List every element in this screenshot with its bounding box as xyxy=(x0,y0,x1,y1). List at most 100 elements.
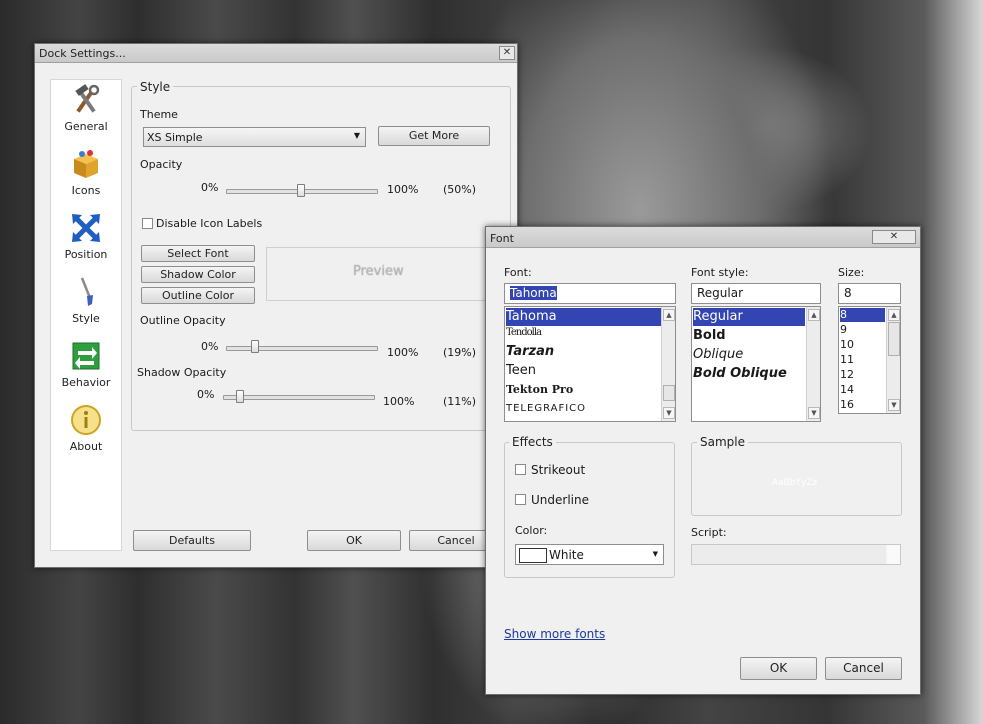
opacity-label: Opacity xyxy=(140,158,183,171)
strikeout-checkbox[interactable] xyxy=(515,464,526,475)
outline-opacity-slider-thumb[interactable] xyxy=(250,340,259,353)
defaults-button[interactable]: Defaults xyxy=(133,530,251,551)
opacity-value: (50%) xyxy=(443,183,477,196)
paintbrush-icon xyxy=(80,277,93,306)
font-list[interactable]: Tahoma Tendolla Tarzan Teen Tekton Pro T… xyxy=(504,306,676,422)
shadow-opacity-label: Shadow Opacity xyxy=(137,366,227,379)
sample-label: Sample xyxy=(697,435,748,449)
font-style-scrollbar[interactable]: ▲ ▼ xyxy=(806,307,820,421)
list-item[interactable]: Tendolla xyxy=(506,327,542,338)
outline-opacity-slider-track[interactable] xyxy=(226,346,378,351)
chevron-down-icon: ▼ xyxy=(353,131,360,140)
list-item[interactable]: Regular xyxy=(693,308,805,326)
effects-label: Effects xyxy=(509,435,556,449)
list-item[interactable]: 12 xyxy=(840,368,854,381)
font-ok-button[interactable]: OK xyxy=(740,657,817,680)
theme-label: Theme xyxy=(140,108,178,121)
get-more-button[interactable]: Get More xyxy=(378,126,490,146)
list-item[interactable]: Oblique xyxy=(693,347,743,362)
scroll-down-icon[interactable]: ▼ xyxy=(888,399,900,411)
scroll-thumb[interactable] xyxy=(888,322,900,356)
scroll-up-icon[interactable]: ▲ xyxy=(808,309,820,321)
scroll-down-icon[interactable]: ▼ xyxy=(808,407,820,419)
list-item[interactable]: Tarzan xyxy=(506,344,554,359)
scroll-up-icon[interactable]: ▲ xyxy=(663,309,675,321)
sidebar-item-label: Position xyxy=(64,248,108,261)
outline-opacity-min-label: 0% xyxy=(201,340,219,353)
size-input[interactable]: 8 xyxy=(838,283,901,304)
shadow-opacity-max-label: 100% xyxy=(383,395,415,408)
sidebar-item-about[interactable]: About xyxy=(51,400,121,462)
shadow-color-button[interactable]: Shadow Color xyxy=(141,266,255,283)
arrows-icon xyxy=(72,214,100,242)
sample-text: AaBbYyZz xyxy=(772,478,818,488)
shadow-opacity-value: (11%) xyxy=(443,395,477,408)
scroll-up-icon[interactable]: ▲ xyxy=(888,309,900,321)
list-item[interactable]: 11 xyxy=(840,353,854,366)
font-style-label: Font style: xyxy=(691,266,749,279)
list-item[interactable]: Tekton Pro xyxy=(506,383,573,396)
list-item[interactable]: 10 xyxy=(840,338,854,351)
opacity-min-label: 0% xyxy=(201,181,219,194)
list-item[interactable]: Bold xyxy=(693,328,726,343)
sidebar-item-style[interactable]: Style xyxy=(51,272,121,334)
color-select-value: White xyxy=(549,548,584,562)
preview-box: Preview xyxy=(266,247,494,301)
sidebar-item-general[interactable]: General xyxy=(51,80,121,142)
underline-label: Underline xyxy=(531,493,589,507)
list-item[interactable]: 9 xyxy=(840,323,847,336)
list-item[interactable]: 8 xyxy=(840,308,885,322)
sidebar-item-label: Icons xyxy=(71,184,101,197)
underline-checkbox[interactable] xyxy=(515,494,526,505)
font-list-scrollbar[interactable]: ▲ ▼ xyxy=(661,307,675,421)
font-name-input[interactable]: Tahoma xyxy=(504,283,676,304)
style-group-label: Style xyxy=(137,80,174,94)
font-dialog-title: Font xyxy=(490,232,514,245)
font-titlebar[interactable]: Font ✕ xyxy=(486,227,920,248)
shadow-opacity-slider-thumb[interactable] xyxy=(235,390,244,403)
font-dialog: Font ✕ Font: Tahoma Tahoma Tendolla Tarz… xyxy=(485,226,921,695)
list-item[interactable]: Bold Oblique xyxy=(693,366,787,381)
color-swatch xyxy=(519,548,547,563)
chevron-down-icon: ▼ xyxy=(652,550,658,558)
color-select[interactable]: White ▼ xyxy=(515,544,664,565)
list-item[interactable]: 16 xyxy=(840,398,854,411)
theme-select[interactable]: XS Simple ▼ xyxy=(143,127,366,147)
opacity-max-label: 100% xyxy=(387,183,419,196)
scroll-down-icon[interactable]: ▼ xyxy=(663,407,675,419)
sidebar-item-behavior[interactable]: Behavior xyxy=(51,336,121,398)
scroll-thumb[interactable] xyxy=(663,385,675,401)
dock-close-button[interactable]: ✕ xyxy=(499,46,515,60)
package-icon xyxy=(74,150,98,178)
sidebar-item-position[interactable]: Position xyxy=(51,208,121,270)
sidebar-item-icons[interactable]: Icons xyxy=(51,144,121,206)
ok-button[interactable]: OK xyxy=(307,530,401,551)
size-value: 8 xyxy=(844,286,852,300)
opacity-slider-thumb[interactable] xyxy=(297,184,305,197)
script-label: Script: xyxy=(691,526,727,539)
sidebar-item-label: Behavior xyxy=(61,376,111,389)
list-item[interactable]: Teen xyxy=(506,363,536,378)
select-font-button[interactable]: Select Font xyxy=(141,245,255,262)
dock-titlebar[interactable]: Dock Settings... ✕ xyxy=(35,44,517,63)
size-list[interactable]: 8 9 10 11 12 14 16 ▲ ▼ xyxy=(838,306,901,414)
script-select[interactable] xyxy=(691,544,901,565)
outline-color-button[interactable]: Outline Color xyxy=(141,287,255,304)
list-item[interactable]: Tahoma xyxy=(506,308,661,326)
font-cancel-button[interactable]: Cancel xyxy=(825,657,902,680)
shadow-opacity-slider-track[interactable] xyxy=(223,395,375,400)
font-style-value: Regular xyxy=(697,286,744,300)
preview-text: Preview xyxy=(353,264,404,279)
disable-icon-labels-checkbox[interactable] xyxy=(142,218,153,229)
show-more-fonts-link[interactable]: Show more fonts xyxy=(504,627,605,641)
size-label: Size: xyxy=(838,266,865,279)
tools-icon xyxy=(75,84,100,113)
list-item[interactable]: 14 xyxy=(840,383,854,396)
dock-sidebar: General Icons Position Style Behavior Ab… xyxy=(50,79,122,551)
size-list-scrollbar[interactable]: ▲ ▼ xyxy=(886,307,900,413)
font-style-list[interactable]: Regular Bold Oblique Bold Oblique ▲ ▼ xyxy=(691,306,821,422)
font-style-input[interactable]: Regular xyxy=(691,283,821,304)
sidebar-item-label: About xyxy=(69,440,103,453)
list-item[interactable]: TELEGRAFICO xyxy=(506,403,586,414)
font-close-button[interactable]: ✕ xyxy=(872,230,916,244)
